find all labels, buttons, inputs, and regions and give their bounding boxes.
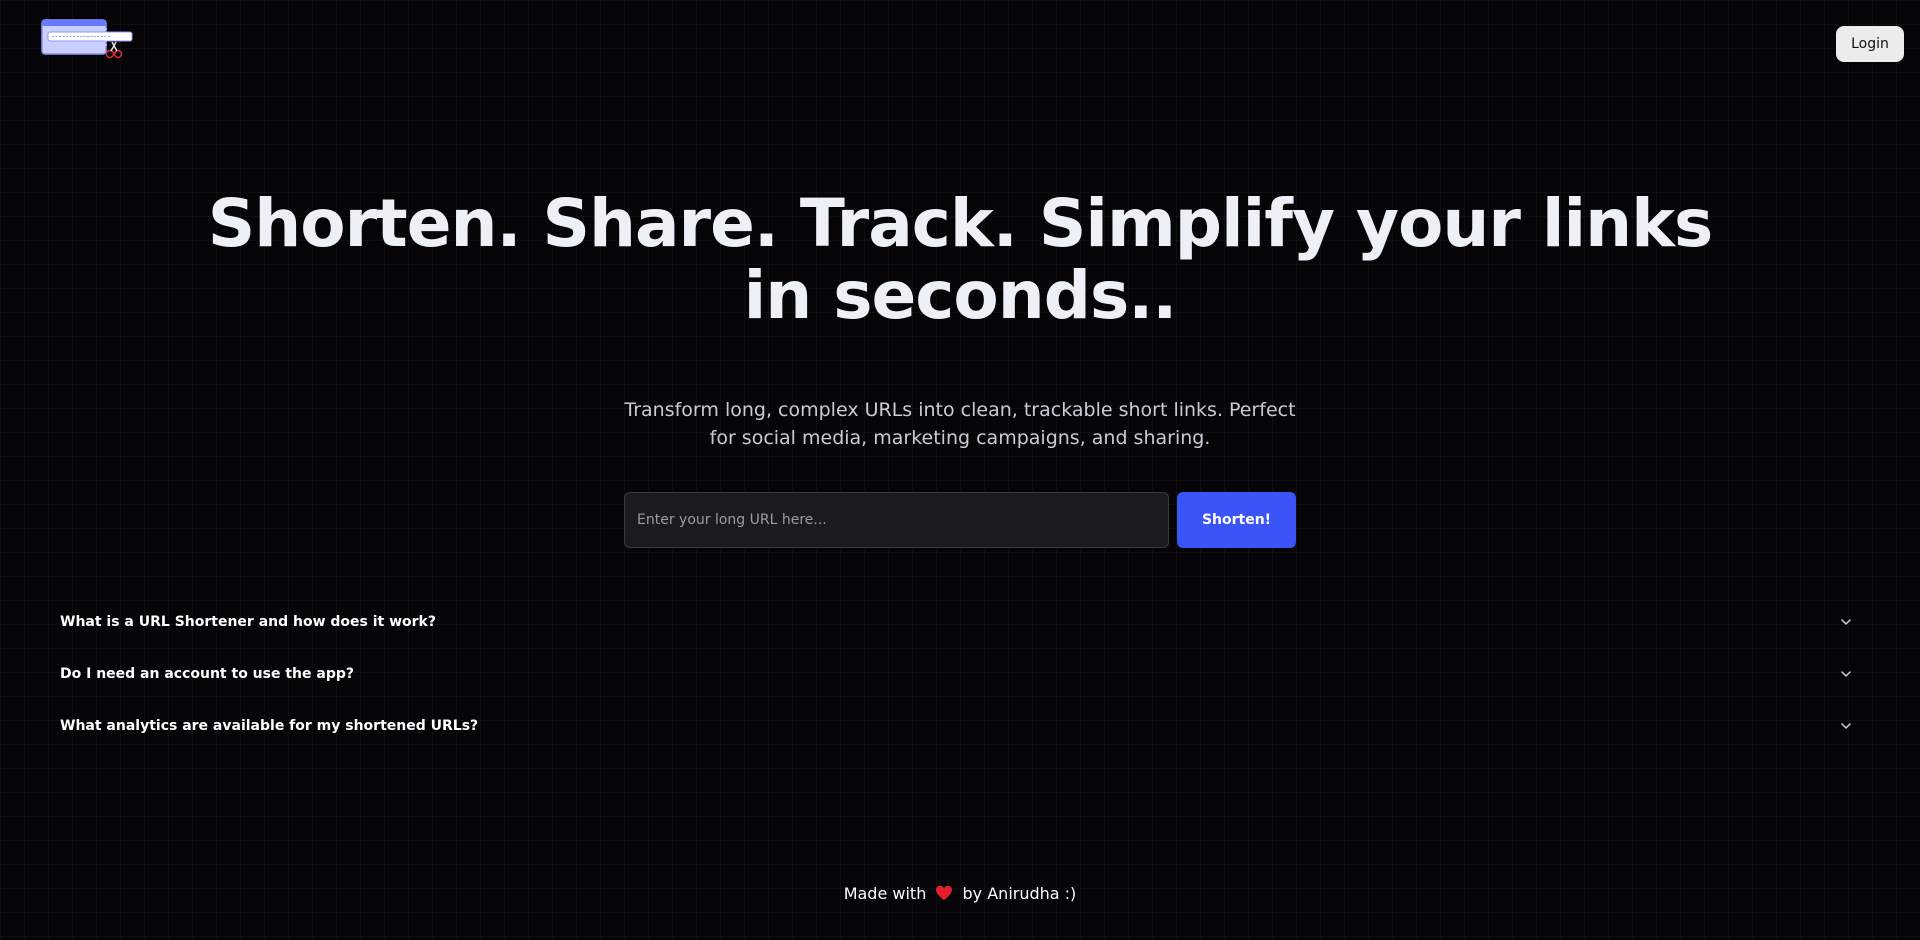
faq-item[interactable]: Do I need an account to use the app? (60, 648, 1860, 700)
heart-icon (936, 885, 953, 901)
faq-question: What analytics are available for my shor… (60, 718, 479, 734)
chevron-down-icon (1841, 671, 1851, 677)
login-button[interactable]: Login (1836, 26, 1904, 62)
chevron-down-icon (1841, 619, 1851, 625)
faq-question: What is a URL Shortener and how does it … (60, 614, 436, 630)
hero-title: Shorten. Share. Track. Simplify your lin… (207, 185, 1714, 334)
faq-question: Do I need an account to use the app? (60, 666, 354, 682)
logo[interactable] (40, 18, 136, 64)
faq-list: What is a URL Shortener and how does it … (60, 596, 1860, 752)
footer-prefix: Made with (843, 884, 927, 903)
faq-item[interactable]: What analytics are available for my shor… (60, 700, 1860, 752)
chevron-down-icon (1841, 723, 1851, 729)
footer-suffix: by Anirudha :) (962, 884, 1077, 903)
footer: Made with by Anirudha :) (0, 884, 1920, 903)
shorten-form: Shorten! (624, 492, 1296, 548)
hero-subtitle: Transform long, complex URLs into clean,… (624, 399, 1296, 449)
url-input[interactable] (624, 492, 1169, 548)
shorten-button[interactable]: Shorten! (1177, 492, 1296, 548)
faq-item[interactable]: What is a URL Shortener and how does it … (60, 596, 1860, 648)
url-scissors-logo-icon (41, 19, 133, 59)
